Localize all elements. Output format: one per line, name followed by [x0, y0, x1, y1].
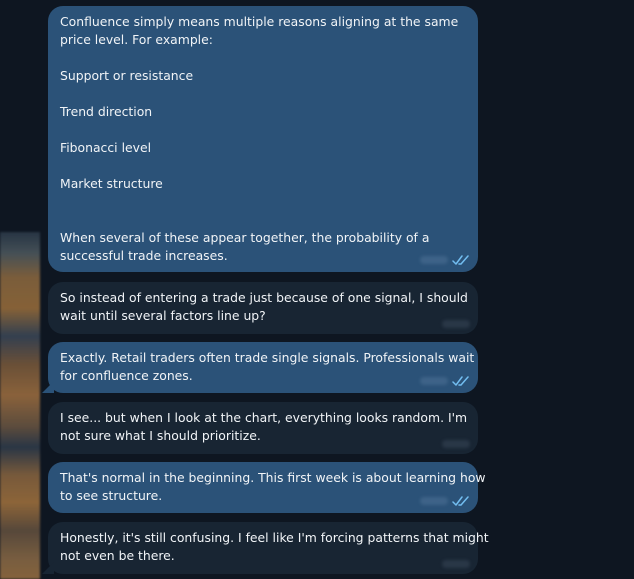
message-text-line: for confluence zones. — [60, 368, 193, 383]
double-check-icon — [452, 255, 469, 265]
chat-history[interactable]: Confluence simply means multiple reasons… — [0, 0, 634, 579]
message-text-line: Exactly. Retail traders often trade sing… — [60, 350, 475, 365]
message-text-line: Trend direction — [60, 104, 153, 119]
message-bubble-outgoing[interactable]: Confluence simply means multiple reasons… — [48, 6, 478, 272]
message-text-line: So instead of entering a trade just beca… — [60, 290, 468, 305]
message-text-line: When several of these appear together, t… — [60, 230, 430, 245]
message-bubble-outgoing[interactable]: That's normal in the beginning. This fir… — [48, 462, 486, 513]
message-bubble-incoming[interactable]: So instead of entering a trade just beca… — [48, 282, 478, 334]
message-text-line: price level. For example: — [60, 32, 213, 47]
message-text-line: not even be there. — [60, 548, 175, 563]
message-text-line: Honestly, it's still confusing. I feel l… — [60, 530, 489, 545]
message-time-redacted — [420, 497, 448, 505]
message-text-line: Support or resistance — [60, 68, 194, 83]
double-check-icon — [452, 496, 469, 506]
message-bubble-outgoing[interactable]: Exactly. Retail traders often trade sing… — [48, 342, 478, 393]
message-meta — [442, 440, 470, 448]
message-text-line: I see... but when I look at the chart, e… — [60, 410, 468, 425]
message-meta — [442, 320, 470, 328]
message-meta — [420, 375, 470, 387]
message-time-redacted — [442, 560, 470, 568]
message-time-redacted — [442, 320, 470, 328]
message-meta — [442, 560, 470, 568]
message-text-line: Confluence simply means multiple reasons… — [60, 14, 459, 29]
message-text-line: Fibonacci level — [60, 140, 152, 155]
message-text-line: That's normal in the beginning. This fir… — [60, 470, 486, 485]
message-text-line: not sure what I should prioritize. — [60, 428, 261, 443]
message-text-line: successful trade increases. — [60, 248, 228, 263]
double-check-icon — [452, 376, 469, 386]
contact-avatar[interactable] — [0, 232, 40, 579]
message-bubble-incoming[interactable]: I see... but when I look at the chart, e… — [48, 402, 478, 454]
message-text-line: wait until several factors line up? — [60, 308, 266, 323]
message-time-redacted — [420, 256, 448, 264]
message-time-redacted — [442, 440, 470, 448]
message-time-redacted — [420, 377, 448, 385]
message-text-line: to see structure. — [60, 488, 163, 503]
message-meta — [420, 254, 470, 266]
message-bubble-incoming[interactable]: Honestly, it's still confusing. I feel l… — [48, 522, 489, 574]
message-text-line: Market structure — [60, 176, 163, 191]
message-meta — [420, 495, 470, 507]
